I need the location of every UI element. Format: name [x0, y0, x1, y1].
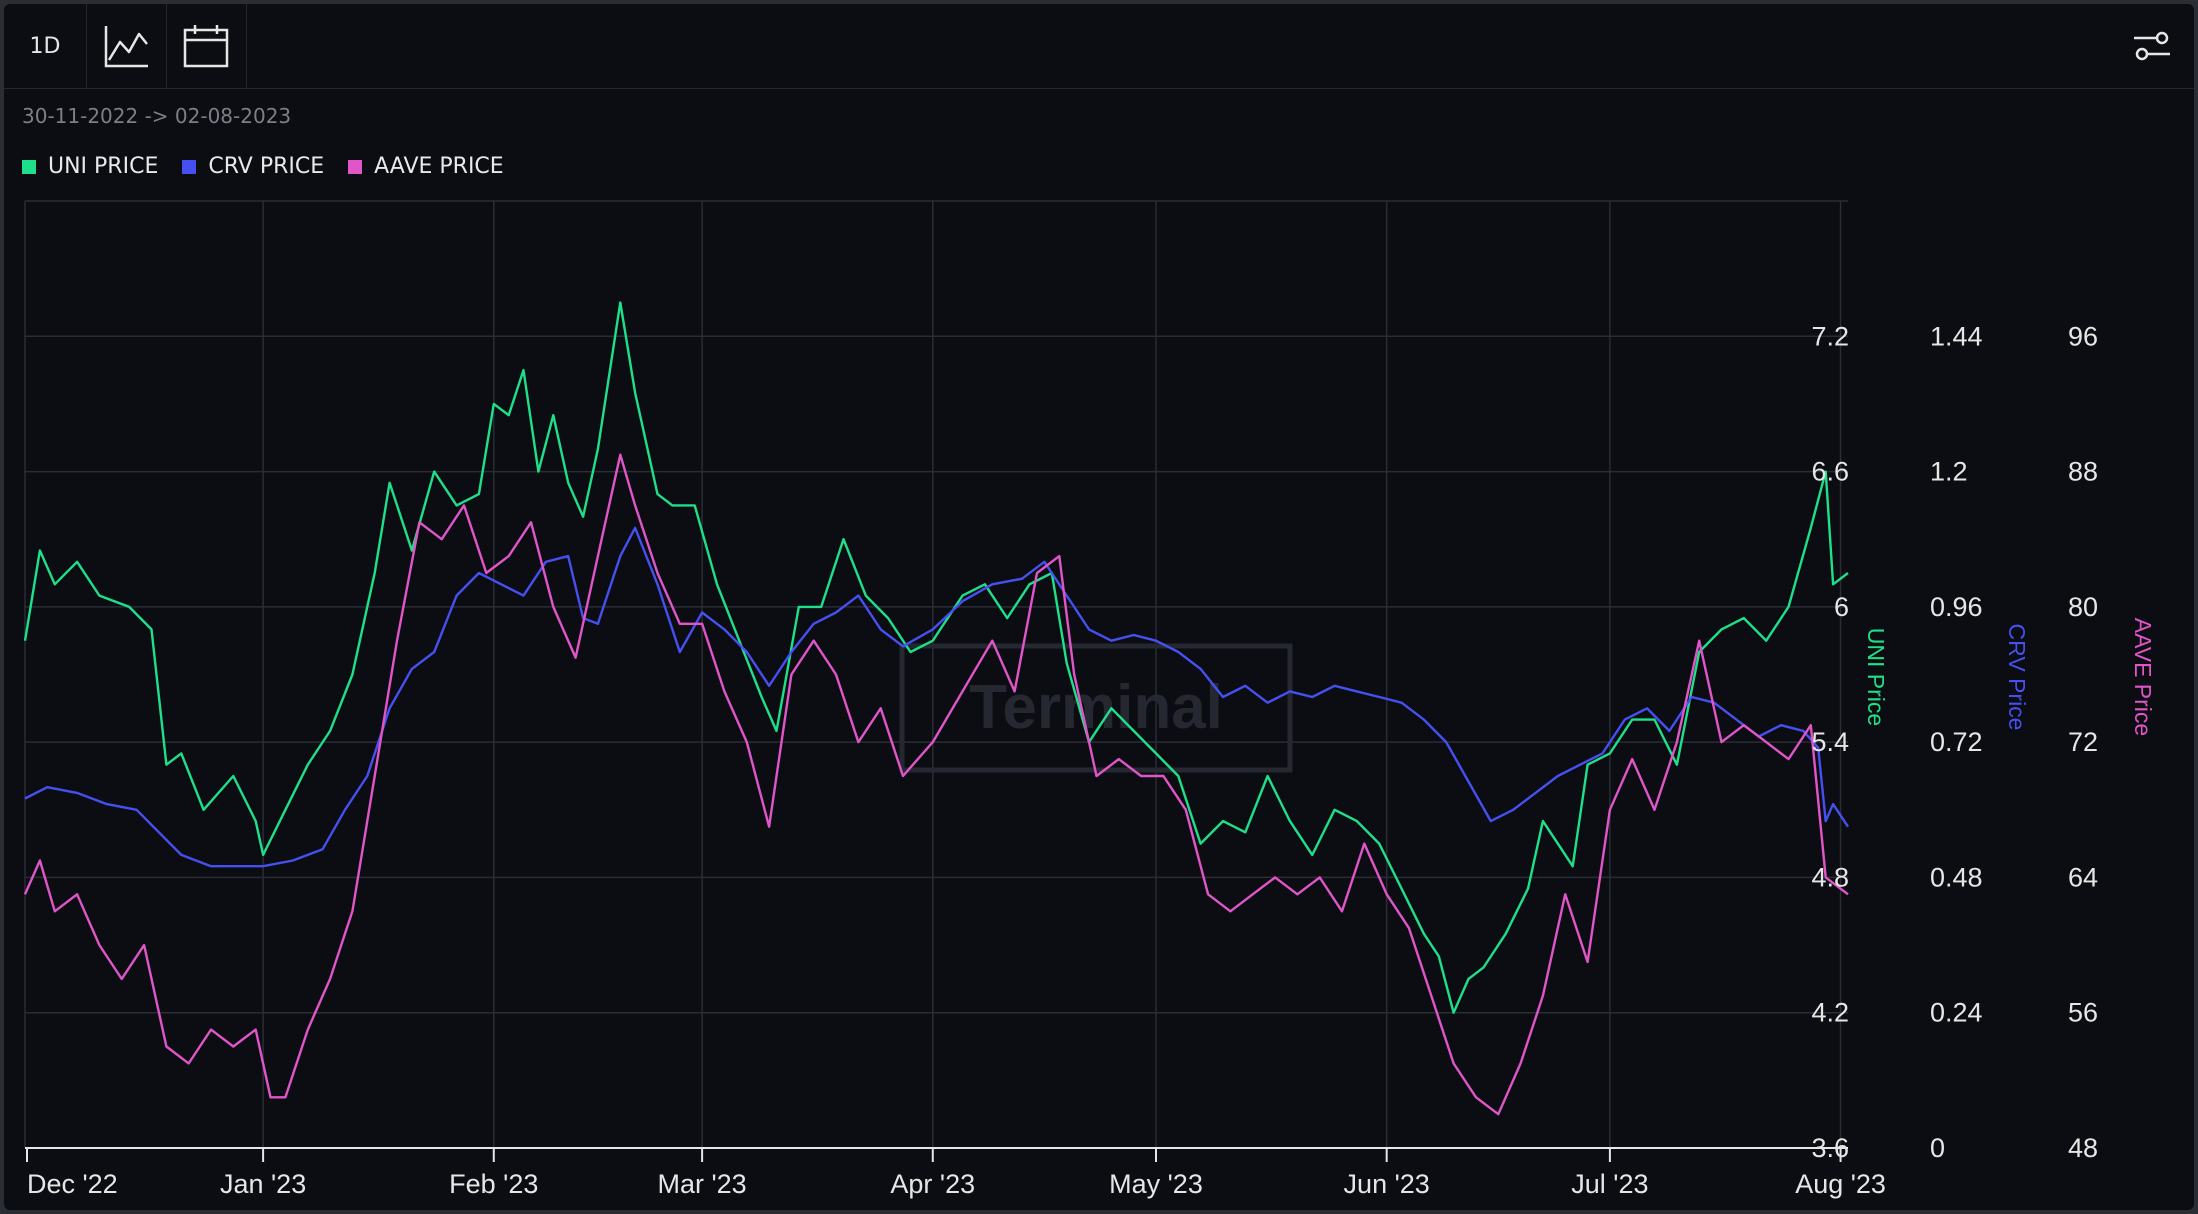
y-tick-label: 7.2 — [1811, 321, 1849, 351]
y-tick-label: 3.6 — [1811, 1133, 1849, 1163]
watermark: Terminal — [899, 643, 1293, 773]
y-tick-label: 56 — [2068, 998, 2098, 1028]
series-line-crv — [24, 526, 1850, 868]
y-tick-label: 1.2 — [1930, 457, 1968, 487]
y-tick-label: 80 — [2068, 592, 2098, 622]
y-tick-label: 6 — [1834, 592, 1849, 622]
x-tick-label: Aug '23 — [1795, 1169, 1886, 1199]
grid — [24, 200, 1848, 1149]
series-lines — [23, 301, 1850, 1116]
y-tick-label: 4.8 — [1811, 862, 1849, 892]
chart-panel: 1D 30-11-2022 -> 02-08-2023 UNI PRICE CR… — [4, 4, 2194, 1210]
y-tick-label: 64 — [2068, 862, 2098, 892]
y-tick-label: 48 — [2068, 1133, 2098, 1163]
y-tick-label: 96 — [2068, 321, 2098, 351]
y-tick-label: 0.24 — [1930, 998, 1983, 1028]
y-axis-title: AAVE Price — [2130, 618, 2156, 736]
y-tick-label: 4.2 — [1811, 998, 1849, 1028]
x-tick-label: Jun '23 — [1344, 1169, 1430, 1199]
y-tick-label: 0.48 — [1930, 862, 1983, 892]
y-tick-label: 0.72 — [1930, 727, 1983, 757]
price-chart[interactable]: Terminal Dec '22 Jan '23 Feb '23 Mar '23 Apr… — [4, 4, 2194, 1210]
series-line-uni — [23, 301, 1849, 1014]
axes: Dec '22 Jan '23 Feb '23 Mar '23 Apr '23 May '… — [25, 321, 2156, 1199]
x-tick-label: Mar '23 — [658, 1169, 747, 1199]
y-tick-label: 0.96 — [1930, 592, 1983, 622]
x-tick-label: Jul '23 — [1571, 1169, 1648, 1199]
x-tick-label: May '23 — [1109, 1169, 1203, 1199]
x-tick-label: Dec '22 — [27, 1169, 118, 1199]
x-tick-label: Jan '23 — [220, 1169, 306, 1199]
y-tick-label: 0 — [1930, 1133, 1945, 1163]
x-tick-label: Apr '23 — [890, 1169, 975, 1199]
y-tick-label: 88 — [2068, 457, 2098, 487]
y-tick-label: 72 — [2068, 727, 2098, 757]
y-axis-title: UNI Price — [1863, 628, 1889, 726]
y-tick-label: 6.6 — [1811, 457, 1849, 487]
y-axis-title: CRV Price — [2004, 624, 2030, 731]
x-tick-label: Feb '23 — [449, 1169, 538, 1199]
y-tick-label: 5.4 — [1811, 727, 1849, 757]
y-tick-label: 1.44 — [1930, 321, 1983, 351]
